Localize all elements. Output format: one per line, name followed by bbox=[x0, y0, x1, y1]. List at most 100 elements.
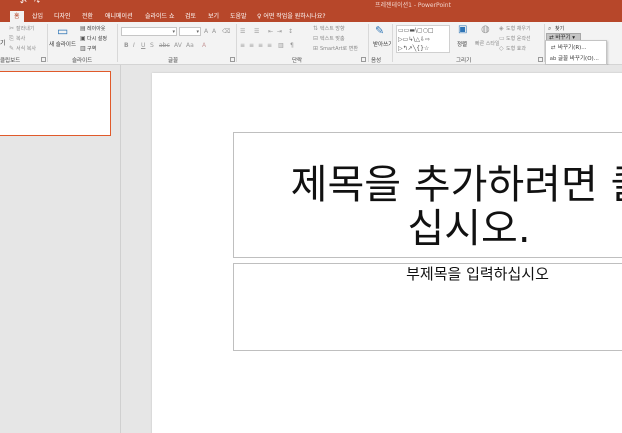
align-right-icon[interactable]: ≡ bbox=[258, 42, 263, 49]
underline-icon[interactable]: U bbox=[141, 42, 145, 49]
ribbon-home: 기 ✂ 잘라내기 ⎘ 복사 ✎ 서식 복사 클립보드 ▭ 새 슬라이드 ▤ 레이… bbox=[0, 22, 622, 65]
clipboard-launcher-icon[interactable] bbox=[41, 57, 46, 62]
find-icon[interactable]: ⌕ bbox=[548, 25, 551, 32]
find-label[interactable]: 찾기 bbox=[555, 25, 564, 32]
section-icon[interactable]: ▥ bbox=[80, 45, 86, 52]
tab-design[interactable]: 디자인 bbox=[54, 11, 71, 22]
subtitle-placeholder[interactable]: 부제목을 입력하십시오 bbox=[233, 263, 622, 351]
line-spacing-icon[interactable]: ↕ bbox=[288, 28, 293, 35]
clipboard-group-label: 클립보드 bbox=[0, 58, 21, 64]
drawing-group-label: 그리기 bbox=[456, 58, 472, 64]
arrange-button[interactable]: 정렬 bbox=[457, 40, 467, 48]
smartart-icon[interactable]: ⊞ bbox=[313, 45, 318, 52]
title-placeholder[interactable]: 제목을 추가하려면 클 십시오. bbox=[233, 132, 622, 258]
replace-icon: ⇄ bbox=[550, 45, 556, 51]
replace-font-icon: ab bbox=[549, 56, 557, 62]
layout-icon[interactable]: ▤ bbox=[80, 25, 86, 32]
menu-item-label: 글꼴 바꾸기(O)... bbox=[558, 56, 599, 62]
tab-slideshow[interactable]: 슬라이드 쇼 bbox=[145, 11, 175, 22]
tab-view[interactable]: 보기 bbox=[208, 11, 219, 22]
shape-effects-icon[interactable]: ◇ bbox=[499, 45, 504, 52]
text-direction-icon[interactable]: ⇅ bbox=[313, 25, 318, 32]
menu-item-replace-fonts[interactable]: ab 글꼴 바꾸기(O)... bbox=[548, 54, 606, 64]
tab-review[interactable]: 검토 bbox=[185, 11, 196, 22]
layout-label[interactable]: 레이아웃 bbox=[87, 25, 105, 32]
align-left-icon[interactable]: ≡ bbox=[240, 42, 245, 49]
drawing-launcher-icon[interactable] bbox=[538, 57, 543, 62]
bold-icon[interactable]: B bbox=[124, 42, 129, 49]
slides-group-label: 슬라이드 bbox=[72, 58, 93, 64]
section-label[interactable]: 구역 bbox=[87, 45, 96, 52]
change-case-icon[interactable]: Aa bbox=[186, 42, 194, 49]
new-slide-button[interactable]: 새 슬라이드 bbox=[49, 40, 76, 48]
shrink-font-icon[interactable]: A bbox=[212, 28, 216, 35]
font-group-label: 글꼴 bbox=[168, 58, 179, 64]
reset-icon[interactable]: ▣ bbox=[80, 35, 86, 42]
title-bar: ↶ ↷ 프레젠테이션1 - PowerPoint bbox=[0, 0, 622, 9]
menu-item-replace[interactable]: ⇄ 바꾸기(R)... bbox=[548, 43, 606, 53]
smartart-label[interactable]: SmartArt로 변환 bbox=[320, 45, 358, 52]
grow-font-icon[interactable]: A bbox=[204, 28, 208, 35]
tab-animations[interactable]: 애니메이션 bbox=[105, 11, 133, 22]
new-slide-icon[interactable]: ▭ bbox=[57, 25, 68, 37]
microphone-icon[interactable]: ✎ bbox=[375, 25, 384, 36]
font-family-combo[interactable]: ▾ bbox=[121, 27, 177, 36]
quick-styles-icon[interactable]: ◍ bbox=[481, 25, 490, 35]
format-painter-label[interactable]: 서식 복사 bbox=[16, 45, 36, 52]
copy-icon[interactable]: ⎘ bbox=[9, 35, 14, 42]
shape-outline-icon[interactable]: ▭ bbox=[499, 35, 505, 42]
cut-label[interactable]: 잘라내기 bbox=[16, 25, 34, 32]
slide-thumbnail-1[interactable] bbox=[0, 71, 111, 136]
decrease-indent-icon[interactable]: ⇤ bbox=[268, 28, 273, 35]
justify-icon[interactable]: ≡ bbox=[267, 42, 272, 49]
tab-insert[interactable]: 삽입 bbox=[32, 11, 43, 22]
dictate-button[interactable]: 받아쓰기 bbox=[373, 40, 393, 48]
strikethrough-icon[interactable]: abc bbox=[159, 42, 170, 49]
font-size-combo[interactable]: ▾ bbox=[179, 27, 201, 36]
reset-label[interactable]: 다시 설정 bbox=[87, 35, 107, 42]
clear-format-icon[interactable]: ⌫ bbox=[222, 28, 230, 35]
replace-dropdown-menu: ⇄ 바꾸기(R)... ab 글꼴 바꾸기(O)... bbox=[545, 40, 607, 65]
paragraph-icon[interactable]: ¶ bbox=[290, 42, 294, 49]
italic-icon[interactable]: I bbox=[133, 42, 135, 49]
separator bbox=[236, 24, 237, 62]
separator bbox=[117, 24, 118, 62]
increase-indent-icon[interactable]: ⇥ bbox=[277, 28, 282, 35]
quick-styles-label[interactable]: 빠른 스타일 bbox=[475, 40, 500, 47]
title-line-2: 십시오. bbox=[407, 206, 531, 252]
columns-icon[interactable]: ▥ bbox=[278, 42, 284, 49]
subtitle-placeholder-text: 부제목을 입력하십시오 bbox=[406, 265, 549, 283]
arrange-icon[interactable]: ▣ bbox=[458, 25, 467, 35]
align-text-label[interactable]: 텍스트 맞춤 bbox=[320, 35, 345, 42]
align-center-icon[interactable]: ≡ bbox=[249, 42, 254, 49]
shadow-icon[interactable]: S bbox=[150, 42, 154, 49]
font-color-icon[interactable]: A bbox=[202, 42, 206, 49]
text-direction-label[interactable]: 텍스트 방향 bbox=[320, 25, 345, 32]
tab-transitions[interactable]: 전환 bbox=[82, 11, 93, 22]
tab-help[interactable]: 도움말 bbox=[230, 11, 247, 22]
paragraph-launcher-icon[interactable] bbox=[361, 57, 366, 62]
font-launcher-icon[interactable] bbox=[230, 57, 235, 62]
format-painter-icon[interactable]: ✎ bbox=[9, 45, 14, 52]
tab-home[interactable]: 홈 bbox=[10, 11, 24, 22]
slide-thumbnail-pane[interactable] bbox=[0, 65, 121, 433]
slide-canvas[interactable]: 제목을 추가하려면 클 십시오. 부제목을 입력하십시오 bbox=[152, 73, 622, 433]
redo-icon[interactable]: ↷ bbox=[34, 0, 40, 6]
cut-icon[interactable]: ✂ bbox=[9, 25, 14, 32]
undo-icon[interactable]: ↶ bbox=[20, 0, 27, 7]
shape-effects-label[interactable]: 도형 효과 bbox=[506, 45, 526, 52]
tell-me-search[interactable]: ♀ 어떤 작업을 원하시나요? bbox=[257, 11, 326, 22]
shape-fill-label[interactable]: 도형 채우기 bbox=[506, 25, 531, 32]
bullets-icon[interactable]: ☰ bbox=[240, 28, 245, 35]
char-spacing-icon[interactable]: AV bbox=[174, 42, 182, 49]
shapes-gallery[interactable]: ▭▭▬\▢○□ ▷▭↳\△⇩⇨ ▷↰↗╲{}☆ bbox=[396, 25, 450, 53]
shape-outline-label[interactable]: 도형 윤곽선 bbox=[506, 35, 531, 42]
numbering-icon[interactable]: ☰ bbox=[254, 28, 259, 35]
align-text-icon[interactable]: ⊟ bbox=[313, 35, 318, 42]
voice-group-label: 음성 bbox=[371, 58, 382, 64]
copy-label[interactable]: 복사 bbox=[16, 35, 25, 42]
separator bbox=[47, 24, 48, 62]
paste-button-label[interactable]: 기 bbox=[0, 38, 6, 47]
shape-fill-icon[interactable]: ◈ bbox=[499, 25, 504, 32]
chevron-down-icon: ▾ bbox=[196, 29, 199, 35]
